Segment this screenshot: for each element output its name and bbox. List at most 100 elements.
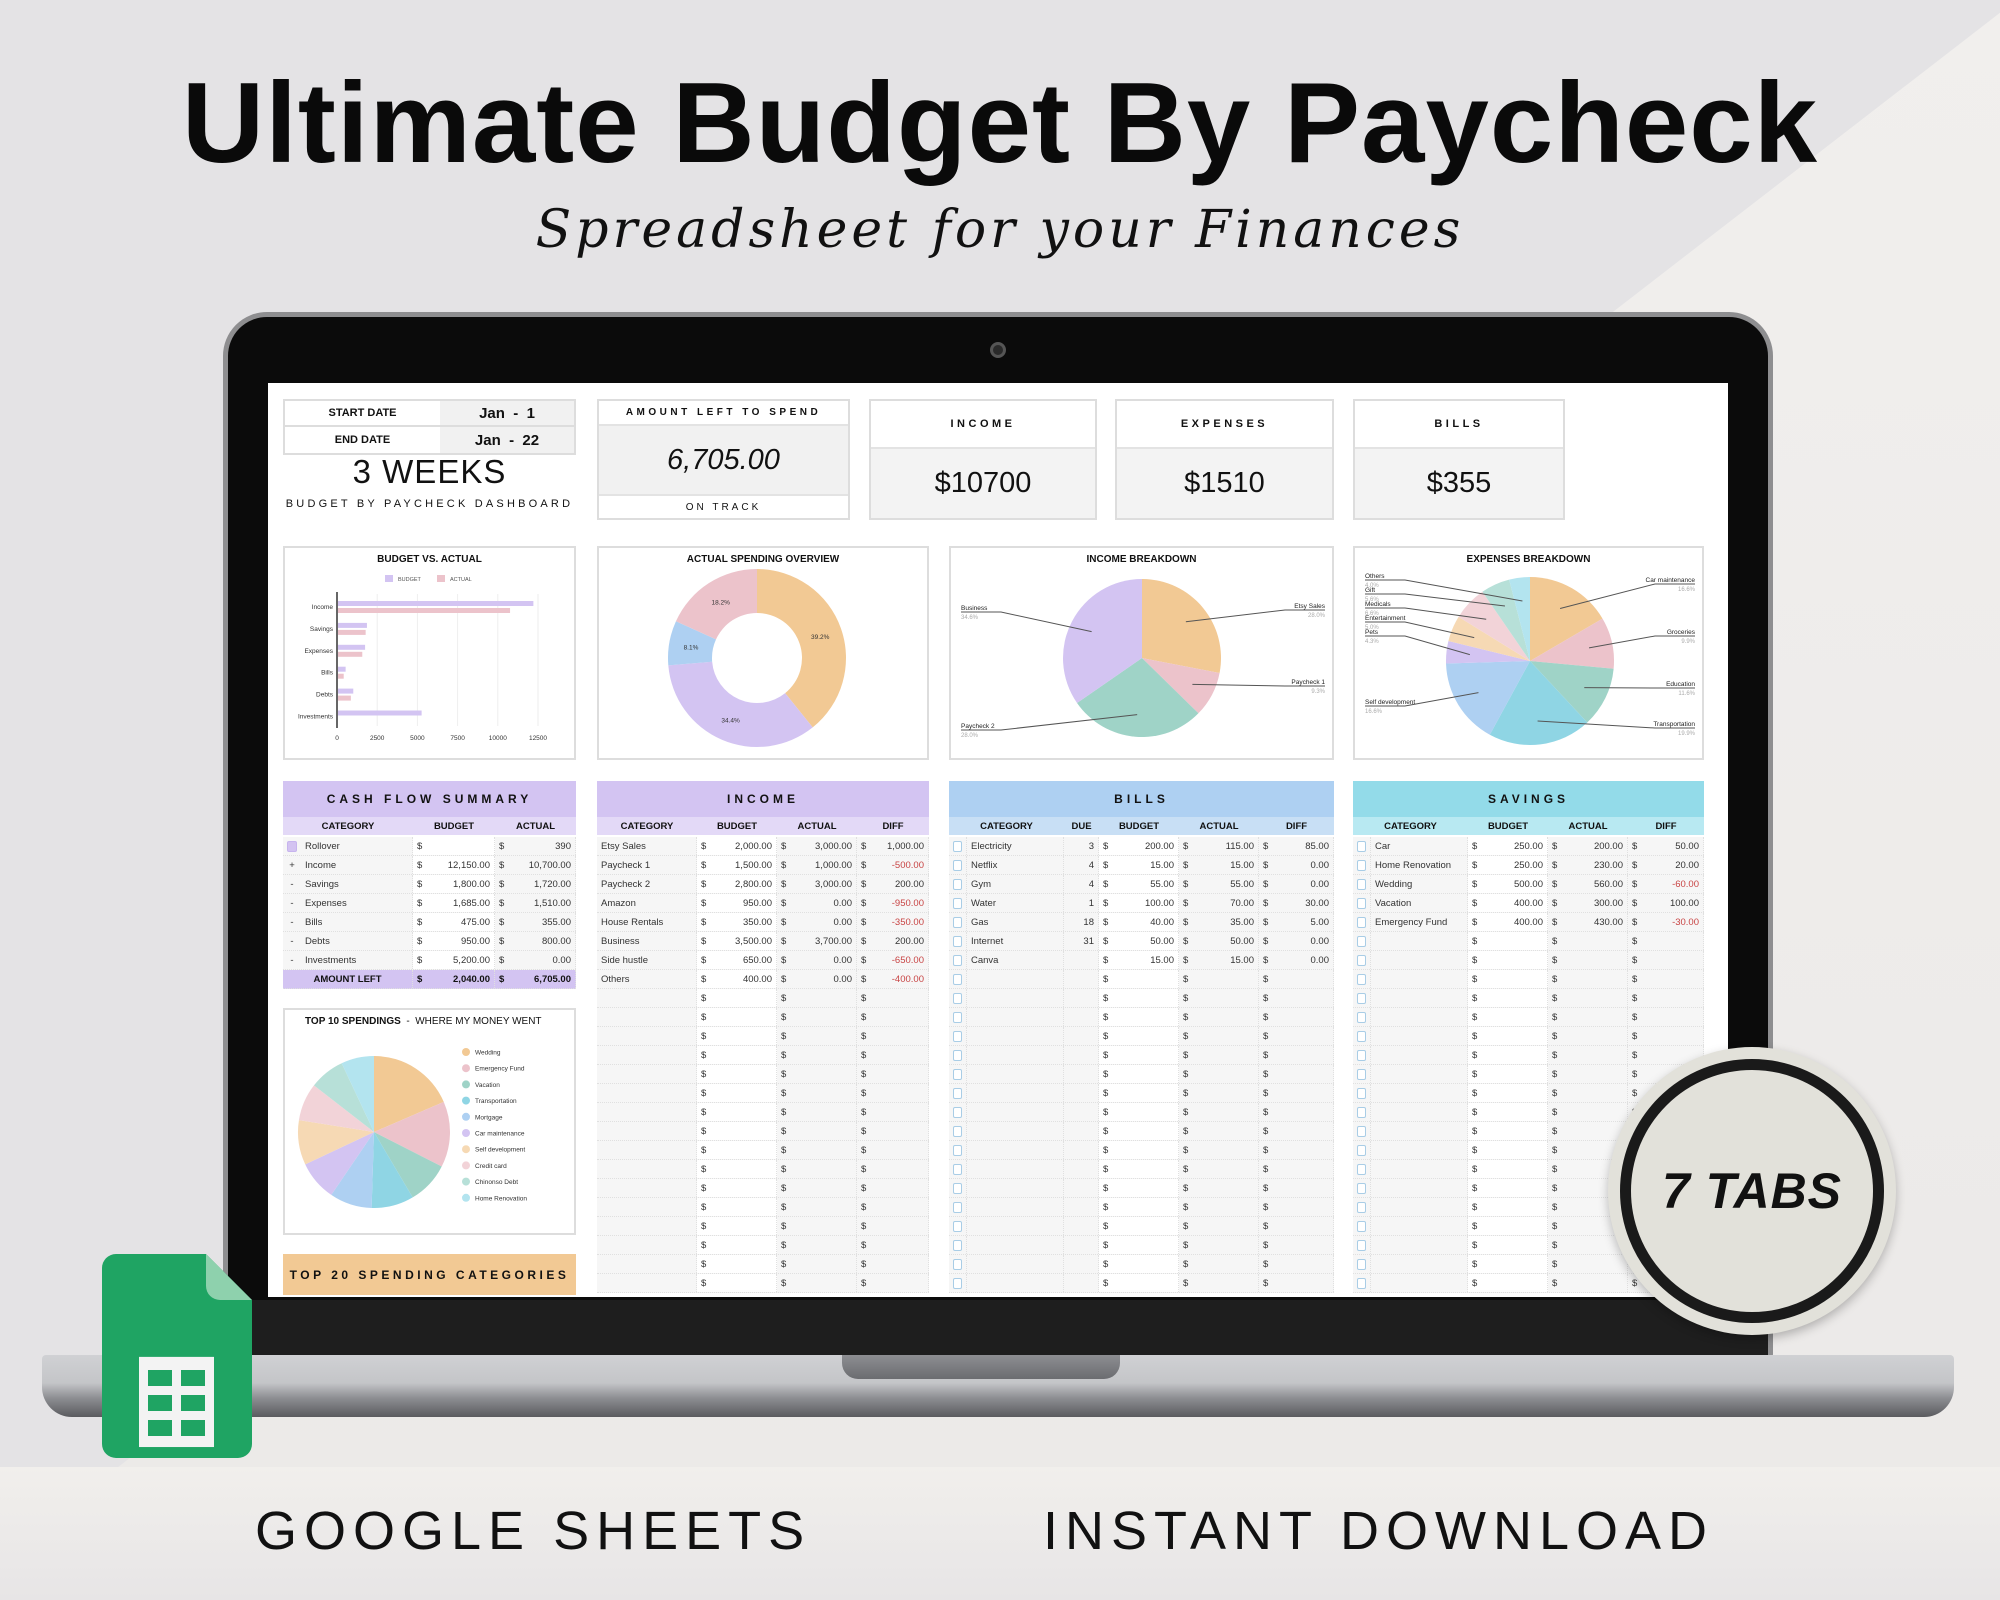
category-cell[interactable] [967,1065,1064,1083]
budget-cell[interactable]: $5,200.00 [413,951,495,969]
budget-cell[interactable]: $ [1468,1027,1548,1045]
check-cell[interactable] [1353,1084,1371,1102]
check-cell[interactable] [949,1103,967,1121]
budget-cell[interactable]: $ [1468,1084,1548,1102]
check-cell[interactable] [949,1008,967,1026]
checkbox[interactable] [1357,878,1366,890]
checkbox[interactable] [953,992,962,1004]
category-cell[interactable] [967,1008,1064,1026]
checkbox[interactable] [953,1106,962,1118]
actual-cell[interactable]: $ [1179,989,1259,1007]
actual-cell[interactable]: $ [777,1141,857,1159]
checkbox[interactable] [953,1258,962,1270]
budget-cell[interactable]: $ [1468,1008,1548,1026]
diff-cell[interactable]: $ [857,1236,929,1254]
checkbox[interactable] [1357,916,1366,928]
actual-cell[interactable]: $ [777,1160,857,1178]
category-cell[interactable]: Side hustle [597,951,697,969]
category-cell[interactable]: Gym [967,875,1064,893]
budget-cell[interactable]: $400.00 [1468,913,1548,931]
start-date-input[interactable]: Jan - 1 [440,401,574,425]
category-cell[interactable]: Income [301,856,413,874]
check-cell[interactable] [1353,1255,1371,1273]
diff-cell[interactable]: $ [1259,970,1334,988]
checkbox[interactable] [953,1068,962,1080]
actual-cell[interactable]: $ [1548,951,1628,969]
category-cell[interactable] [597,1160,697,1178]
actual-cell[interactable]: $355.00 [495,913,576,931]
actual-cell[interactable]: $ [777,1008,857,1026]
diff-cell[interactable]: $ [857,1179,929,1197]
budget-cell[interactable]: $ [1468,1274,1548,1292]
diff-cell[interactable]: $1,000.00 [857,837,929,855]
diff-cell[interactable]: $ [1259,1065,1334,1083]
category-cell[interactable] [597,989,697,1007]
category-cell[interactable] [1371,970,1468,988]
actual-cell[interactable]: $3,000.00 [777,875,857,893]
check-cell[interactable] [949,837,967,855]
budget-cell[interactable]: $ [1468,1065,1548,1083]
diff-cell[interactable]: $ [857,1027,929,1045]
checkbox[interactable] [1357,1049,1366,1061]
budget-cell[interactable]: $ [697,1027,777,1045]
budget-cell[interactable]: $ [1099,1217,1179,1235]
checkbox[interactable] [1357,1239,1366,1251]
diff-cell[interactable]: $ -500.00 [857,856,929,874]
budget-cell[interactable]: $ [1099,1255,1179,1273]
checkbox[interactable] [1357,1144,1366,1156]
actual-cell[interactable]: $ [777,1084,857,1102]
actual-cell[interactable]: $0.00 [777,970,857,988]
diff-cell[interactable]: $ [1628,970,1704,988]
category-cell[interactable] [597,1103,697,1121]
bar-actual[interactable] [338,695,351,701]
actual-cell[interactable]: $ [777,1065,857,1083]
actual-cell[interactable]: $ [777,1027,857,1045]
check-cell[interactable] [949,1274,967,1292]
bar-budget[interactable] [338,644,366,650]
checkbox[interactable] [953,897,962,909]
budget-cell[interactable]: $ [1099,1103,1179,1121]
actual-cell[interactable]: $ [777,1217,857,1235]
check-cell[interactable] [949,951,967,969]
due-cell[interactable] [1064,1236,1099,1254]
category-cell[interactable] [1371,1179,1468,1197]
actual-cell[interactable]: $ [1179,1179,1259,1197]
budget-cell[interactable]: $ [1468,1103,1548,1121]
diff-cell[interactable]: $ [857,1008,929,1026]
check-cell[interactable] [1353,951,1371,969]
check-cell[interactable] [949,989,967,1007]
actual-cell[interactable]: $1,720.00 [495,875,576,893]
category-cell[interactable]: Bills [301,913,413,931]
budget-cell[interactable]: $2,800.00 [697,875,777,893]
checkbox[interactable] [1357,1125,1366,1137]
budget-cell[interactable]: $ [413,837,495,855]
budget-cell[interactable]: $250.00 [1468,837,1548,855]
budget-cell[interactable]: $400.00 [697,970,777,988]
diff-cell[interactable]: $ [1259,1008,1334,1026]
budget-cell[interactable]: $ [697,1217,777,1235]
check-cell[interactable] [1353,1141,1371,1159]
diff-cell[interactable]: $ [857,1274,929,1292]
check-cell[interactable] [1353,894,1371,912]
budget-cell[interactable]: $ [1099,1122,1179,1140]
check-cell[interactable] [1353,1008,1371,1026]
category-cell[interactable]: Rollover [301,837,413,855]
checkbox[interactable] [953,954,962,966]
actual-cell[interactable]: $0.00 [495,951,576,969]
actual-cell[interactable]: $ [1548,1027,1628,1045]
category-cell[interactable] [967,1198,1064,1216]
diff-cell[interactable]: $5.00 [1259,913,1334,931]
diff-cell[interactable]: $ [1628,989,1704,1007]
check-cell[interactable] [949,913,967,931]
checkbox[interactable] [1357,1258,1366,1270]
actual-cell[interactable]: $ [1179,970,1259,988]
category-cell[interactable]: Water [967,894,1064,912]
actual-cell[interactable]: $ [1548,1046,1628,1064]
check-cell[interactable] [1353,1160,1371,1178]
actual-cell[interactable]: $ [1179,1084,1259,1102]
checkbox[interactable] [953,878,962,890]
category-cell[interactable] [1371,932,1468,950]
check-cell[interactable] [949,970,967,988]
actual-cell[interactable]: $ [1179,1103,1259,1121]
check-cell[interactable] [949,1141,967,1159]
